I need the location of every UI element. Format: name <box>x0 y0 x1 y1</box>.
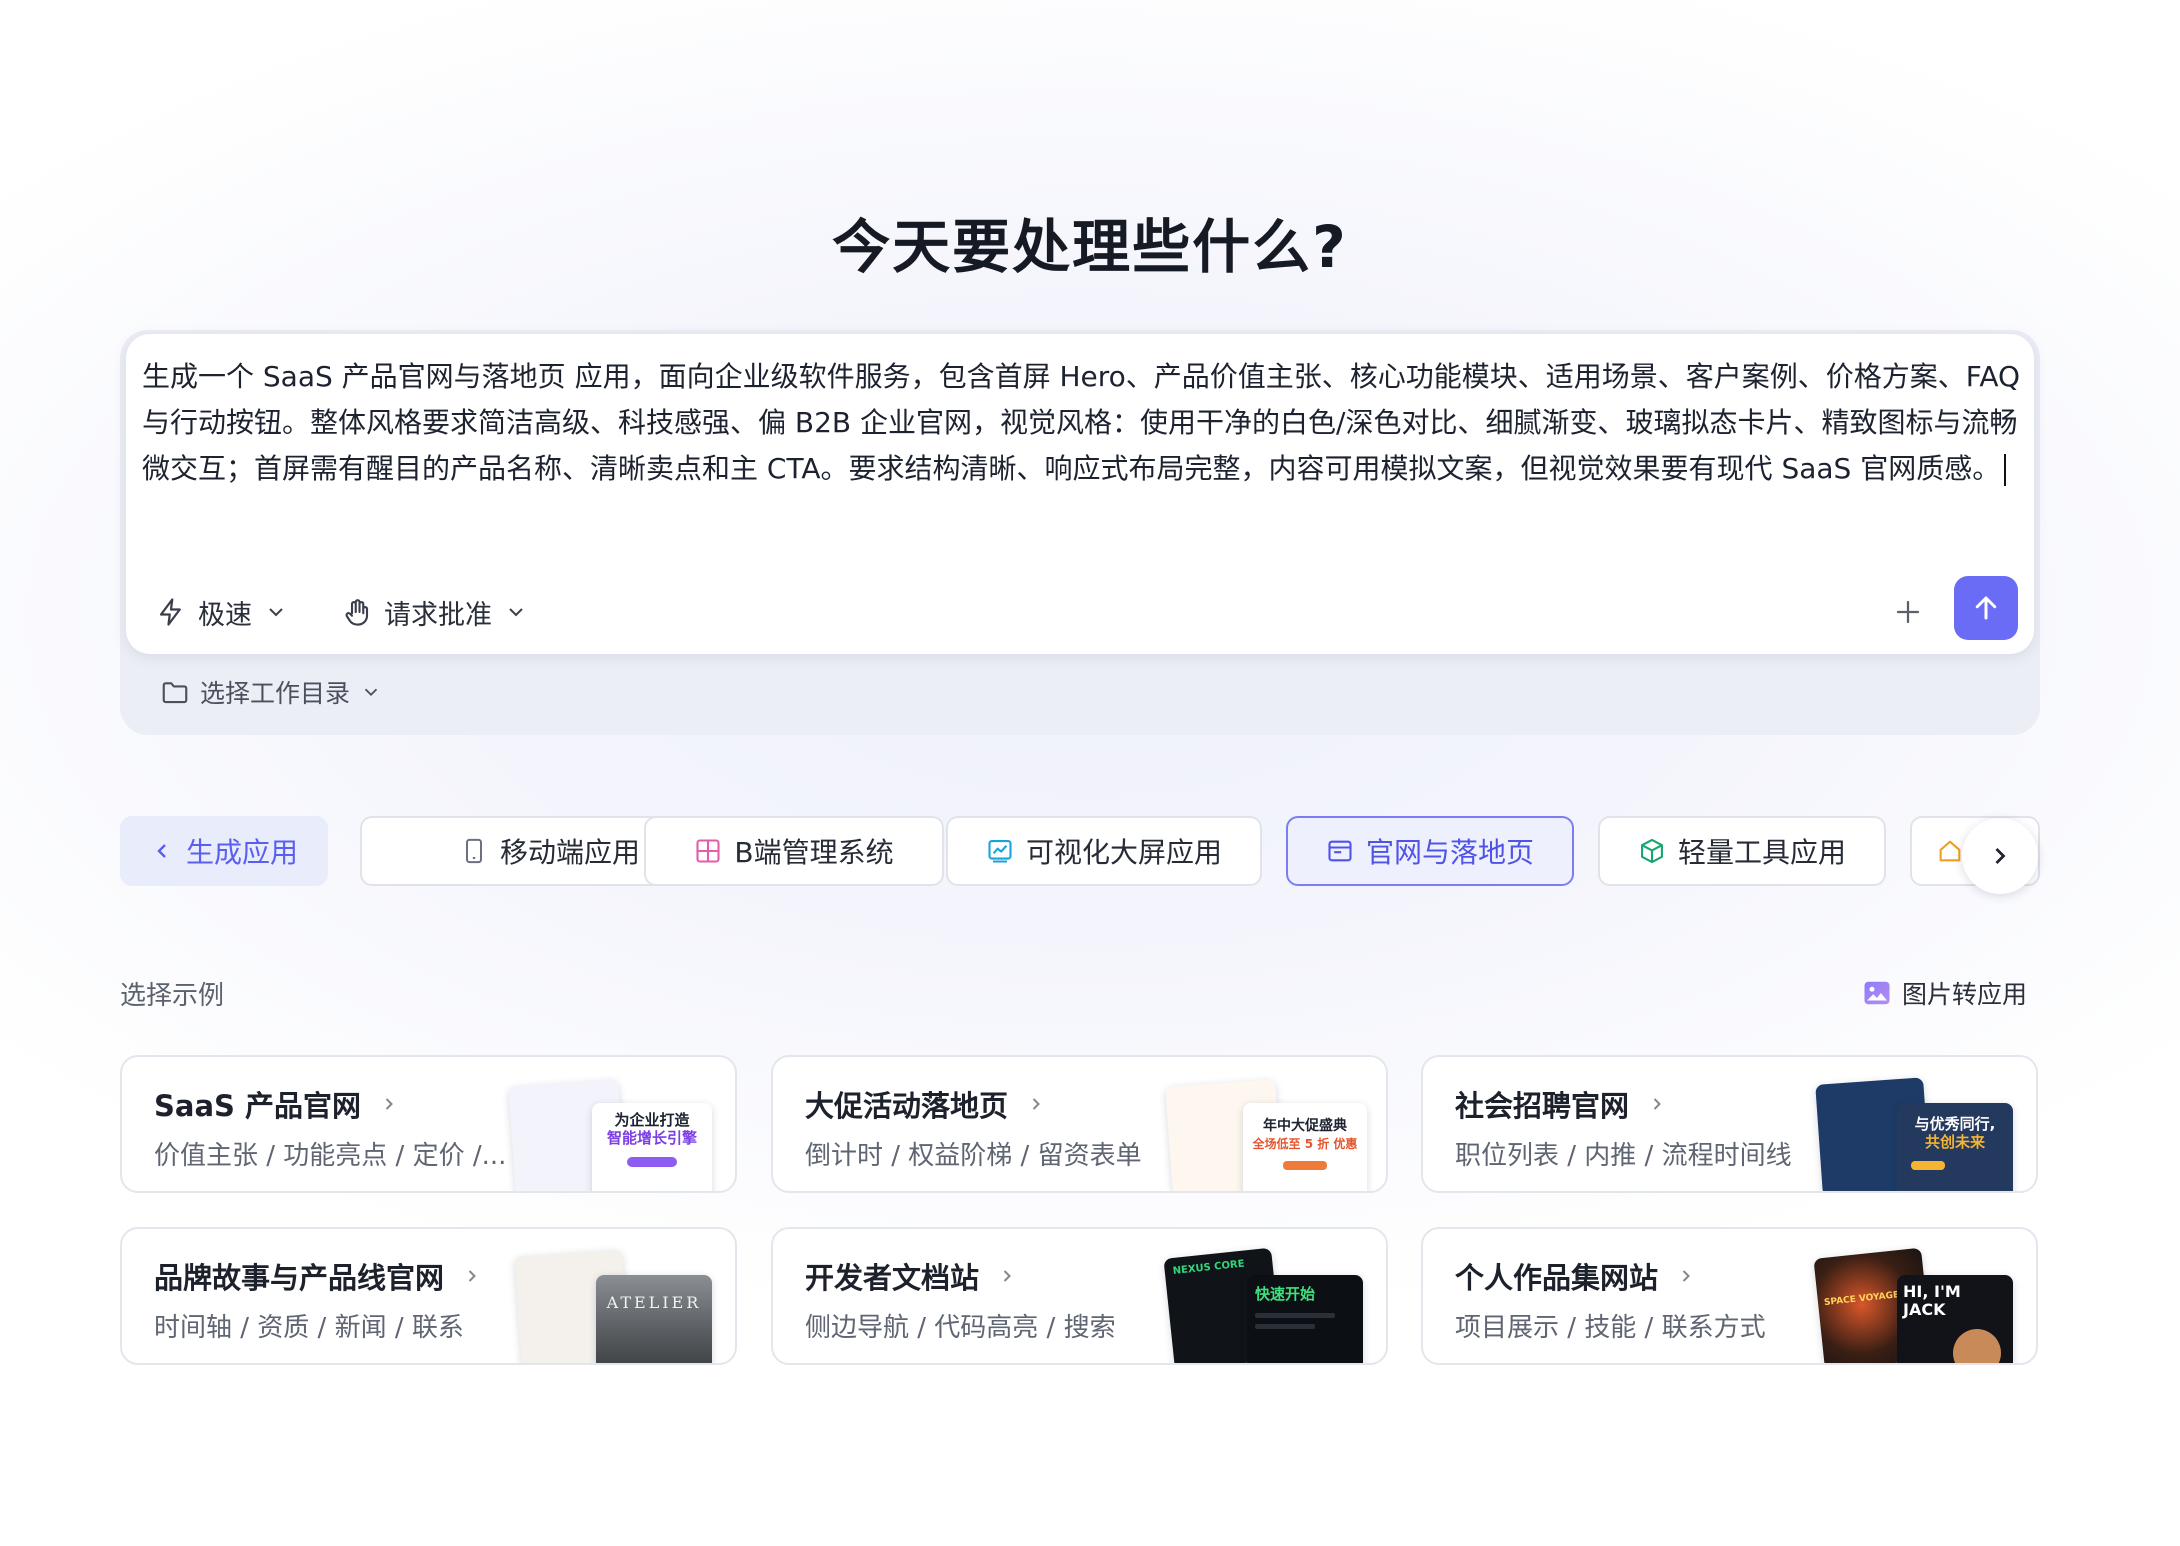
thumbnail-front: 与优秀同行, 共创未来 <box>1897 1103 2013 1191</box>
mobile-icon <box>465 838 482 864</box>
thumb-headline: 为企业打造 <box>614 1111 690 1129</box>
chevron-right-icon <box>385 1098 393 1110</box>
back-to-generate-tab[interactable]: 生成应用 <box>120 816 328 886</box>
thumbnail-front: 快速开始 <box>1247 1275 1363 1363</box>
thumb-headline: 年中大促盛典 <box>1263 1118 1347 1134</box>
home-icon <box>1939 840 1961 862</box>
thumbnail-front: ATELIER <box>596 1275 712 1363</box>
tab-data-visualization[interactable]: 可视化大屏应用 <box>946 816 1262 886</box>
thumbnail-front: 为企业打造 智能增长引擎 <box>592 1103 712 1191</box>
thumb-subline: 智能增长引擎 <box>606 1129 697 1147</box>
lightning-icon <box>159 598 181 626</box>
card-title: 开发者文档站 <box>805 1261 980 1295</box>
example-card-portfolio[interactable]: 个人作品集网站 项目展示 / 技能 / 联系方式 SPACE VOYAGER H… <box>1421 1227 2038 1365</box>
tab-label: 官网与落地页 <box>1365 836 1534 869</box>
card-title: SaaS 产品官网 <box>154 1089 362 1123</box>
example-card-promo[interactable]: 大促活动落地页 倒计时 / 权益阶梯 / 留资表单 年中大促盛典 全场低至 5 … <box>771 1055 1388 1193</box>
card-title: 个人作品集网站 <box>1455 1261 1659 1295</box>
plus-icon <box>1896 600 1920 624</box>
mode-selector[interactable]: 极速 <box>156 584 288 640</box>
folder-icon <box>162 682 188 704</box>
page-title: 今天要处理些什么? <box>832 213 1348 281</box>
chevron-right-icon <box>1682 1270 1690 1282</box>
hand-icon <box>345 599 369 626</box>
thumb-subline: 全场低至 5 折 优惠 <box>1252 1137 1358 1151</box>
card-title-row: 社会招聘官网 <box>1455 1083 1667 1125</box>
thumbnail-front: HI, I'M JACK <box>1897 1275 2013 1363</box>
workdir-selector[interactable]: 选择工作目录 <box>160 672 382 712</box>
browser-window-icon <box>1328 840 1352 862</box>
thumbnail-front: 年中大促盛典 全场低至 5 折 优惠 <box>1243 1103 1367 1191</box>
prompt-composer[interactable]: 生成一个 SaaS 产品官网与落地页 应用，面向企业级软件服务，包含首屏 Her… <box>126 334 2034 654</box>
chart-icon <box>988 840 1012 863</box>
card-subtitle: 职位列表 / 内推 / 流程时间线 <box>1455 1141 1792 1171</box>
mode-label: 极速 <box>198 599 252 631</box>
approval-label: 请求批准 <box>384 599 492 631</box>
image-to-app-button[interactable]: 图片转应用 <box>1862 975 2027 1011</box>
chevron-right-icon <box>1995 848 2006 864</box>
thumb-subline: NEXUS CORE <box>1172 1258 1246 1278</box>
avatar <box>1953 1329 2001 1363</box>
tab-label: 生成应用 <box>185 836 298 869</box>
tab-label: 轻量工具应用 <box>1677 836 1846 869</box>
chevron-right-icon <box>1003 1270 1011 1282</box>
card-title: 品牌故事与产品线官网 <box>154 1261 445 1295</box>
chevron-down-icon <box>509 608 523 617</box>
card-title-row: 开发者文档站 <box>805 1255 1017 1297</box>
scroll-next-button[interactable] <box>1962 818 2038 894</box>
thumb-subline: 共创未来 <box>1924 1133 1985 1151</box>
example-card-recruiting[interactable]: 社会招聘官网 职位列表 / 内推 / 流程时间线 与优秀同行, 共创未来 <box>1421 1055 2038 1193</box>
example-card-brand[interactable]: 品牌故事与产品线官网 时间轴 / 资质 / 新闻 / 联系 ATELIER <box>120 1227 737 1365</box>
attach-button[interactable] <box>1886 590 1930 634</box>
card-subtitle: 时间轴 / 资质 / 新闻 / 联系 <box>154 1313 464 1343</box>
card-title-row: 大促活动落地页 <box>805 1083 1046 1125</box>
workdir-label: 选择工作目录 <box>200 679 351 708</box>
image-to-app-label: 图片转应用 <box>1902 980 2028 1009</box>
arrow-up-icon <box>1975 596 1997 620</box>
card-title-row: 个人作品集网站 <box>1455 1255 1696 1297</box>
examples-title: 选择示例 <box>120 981 225 1011</box>
example-card-devdocs[interactable]: 开发者文档站 侧边导航 / 代码高亮 / 搜索 NEXUS CORE 快速开始 <box>771 1227 1388 1365</box>
card-subtitle: 项目展示 / 技能 / 联系方式 <box>1455 1313 1766 1343</box>
approval-selector[interactable]: 请求批准 <box>342 584 528 640</box>
tab-label: 可视化大屏应用 <box>1025 836 1222 869</box>
chevron-left-icon <box>157 844 166 858</box>
thumb-headline: ATELIER <box>606 1293 702 1312</box>
card-title: 社会招聘官网 <box>1455 1089 1630 1123</box>
card-title-row: SaaS 产品官网 <box>154 1083 399 1125</box>
prompt-text: 生成一个 SaaS 产品官网与落地页 应用，面向企业级软件服务，包含首屏 Her… <box>142 360 2021 485</box>
category-tabs: 生成应用 移动端应用 B端管理系统 可视化大屏应用 官网与落地页 轻量工具应用 <box>120 816 2040 886</box>
card-title: 大促活动落地页 <box>805 1089 1009 1123</box>
cube-icon <box>1641 838 1663 864</box>
tab-label: B端管理系统 <box>734 836 894 869</box>
card-subtitle: 倒计时 / 权益阶梯 / 留资表单 <box>805 1141 1142 1171</box>
grid-icon <box>696 839 720 863</box>
thumb-headline: 快速开始 <box>1255 1285 1316 1303</box>
text-cursor <box>2004 454 2007 486</box>
chevron-right-icon <box>468 1270 476 1282</box>
tab-label: 移动端应用 <box>499 836 640 869</box>
example-card-saas[interactable]: SaaS 产品官网 价值主张 / 功能亮点 / 定价 /... 为企业打造 智能… <box>120 1055 737 1193</box>
card-subtitle: 价值主张 / 功能亮点 / 定价 /... <box>154 1141 507 1171</box>
thumb-headline: HI, I'M JACK <box>1903 1282 1961 1319</box>
card-title-row: 品牌故事与产品线官网 <box>154 1255 482 1297</box>
image-icon <box>1864 981 1890 1005</box>
chevron-right-icon <box>1032 1098 1040 1110</box>
tab-website-landing[interactable]: 官网与落地页 <box>1286 816 1574 886</box>
prompt-input[interactable]: 生成一个 SaaS 产品官网与落地页 应用，面向企业级软件服务，包含首屏 Her… <box>142 354 2022 492</box>
thumb-headline: 与优秀同行, <box>1914 1115 1996 1133</box>
chevron-right-icon <box>1653 1098 1661 1110</box>
tab-b2b-admin[interactable]: B端管理系统 <box>644 816 944 886</box>
card-subtitle: 侧边导航 / 代码高亮 / 搜索 <box>805 1313 1116 1343</box>
send-button[interactable] <box>1954 576 2018 640</box>
chevron-down-icon <box>364 688 378 697</box>
tab-lightweight-tools[interactable]: 轻量工具应用 <box>1598 816 1886 886</box>
chevron-down-icon <box>269 608 283 617</box>
